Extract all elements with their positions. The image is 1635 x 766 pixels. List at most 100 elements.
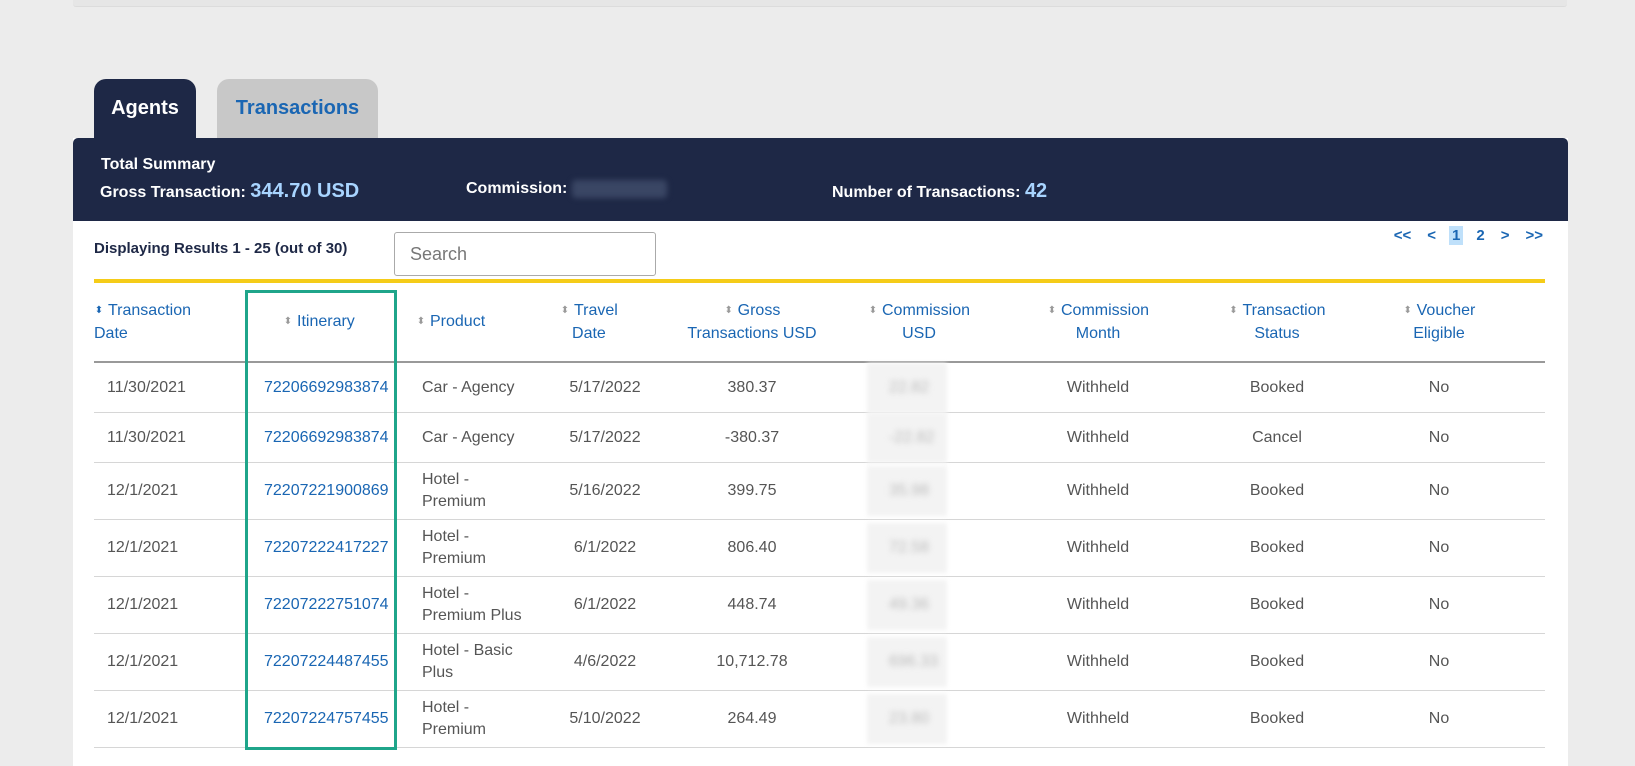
transaction-count-summary: Number of Transactions: 42 xyxy=(832,180,1047,203)
pager-page-1[interactable]: 1 xyxy=(1449,226,1464,245)
cell-itinerary-link[interactable]: 72207222417227 xyxy=(264,537,389,559)
cell-gross: 10,712.78 xyxy=(716,653,788,670)
cell-transaction-date: 12/1/2021 xyxy=(107,596,179,613)
col-itinerary[interactable]: ⬍ Itinerary xyxy=(283,310,355,333)
cell-product: Hotel - Premium xyxy=(422,699,487,738)
tab-agents[interactable]: Agents xyxy=(94,79,196,138)
pager-next[interactable]: > xyxy=(1498,226,1513,245)
cell-itinerary-link[interactable]: 72207224487455 xyxy=(264,651,389,673)
cell-travel-date: 6/1/2022 xyxy=(573,596,637,613)
cell-transaction-status: Cancel xyxy=(1252,428,1302,446)
cell-commission-redacted: 23.80 xyxy=(867,694,947,744)
cell-gross: 380.37 xyxy=(727,378,777,396)
cell-transaction-status: Booked xyxy=(1249,653,1305,670)
cell-product: Hotel - Premium Plus xyxy=(422,585,522,624)
cell-commission-redacted: 696.33 xyxy=(867,637,947,687)
cell-voucher-eligible: No xyxy=(1428,596,1450,613)
pager-last[interactable]: >> xyxy=(1522,226,1546,245)
count-label: Number of Transactions: xyxy=(832,184,1021,201)
commission-summary: Commission: xyxy=(466,180,667,198)
cell-transaction-status: Booked xyxy=(1249,482,1305,499)
pager-first[interactable]: << xyxy=(1391,226,1415,245)
col-gross-transactions[interactable]: ⬍ Gross Transactions USD xyxy=(681,299,823,345)
table-row: 12/1/2021 72207221900869 Hotel - Premium 5/1… xyxy=(94,463,1545,520)
pager-prev[interactable]: < xyxy=(1424,226,1439,245)
cell-voucher-eligible: No xyxy=(1428,482,1450,499)
cell-travel-date: 6/1/2022 xyxy=(573,539,637,556)
cell-commission-redacted: 35.98 xyxy=(867,466,947,516)
cell-transaction-status: Booked xyxy=(1249,596,1305,613)
col-commission-usd[interactable]: ⬍ Commission USD xyxy=(859,299,979,345)
cell-gross: 264.49 xyxy=(727,710,777,727)
cell-itinerary-link[interactable]: 72206692983874 xyxy=(264,377,389,399)
transactions-panel: Total Summary Gross Transaction: 344.70 … xyxy=(73,138,1568,766)
cell-commission-month: Withheld xyxy=(1066,428,1130,446)
cell-itinerary-link[interactable]: 72207221900869 xyxy=(264,480,389,502)
pagination: << < 1 2 > >> xyxy=(1391,226,1546,245)
col-travel-date[interactable]: ⬍ Travel Date xyxy=(560,299,618,345)
sort-icon: ⬍ xyxy=(868,305,878,316)
col-product[interactable]: ⬍ Product xyxy=(416,310,485,333)
table-row: 11/30/2021 72206692983874 Car - Agency 5/17… xyxy=(94,362,1545,413)
cell-travel-date: 5/10/2022 xyxy=(569,710,641,727)
gross-transaction-summary: Gross Transaction: 344.70 USD xyxy=(100,180,359,203)
gross-value: 344.70 USD xyxy=(250,180,360,202)
cell-gross: 448.74 xyxy=(727,596,777,613)
sort-icon: ⬍ xyxy=(416,316,426,327)
cell-transaction-date: 11/30/2021 xyxy=(107,378,186,396)
commission-value-redacted xyxy=(571,180,667,198)
cell-voucher-eligible: No xyxy=(1428,710,1450,727)
cell-itinerary-link[interactable]: 72207224757455 xyxy=(264,708,389,730)
table-row: 12/1/2021 72207222751074 Hotel - Premium Pl… xyxy=(94,577,1545,634)
sort-icon: ⬍ xyxy=(724,305,733,316)
table-row: Hotel xyxy=(94,748,1545,766)
cell-voucher-eligible: No xyxy=(1428,653,1450,670)
table-row: 11/30/2021 72206692983874 Car - Agency 5/17… xyxy=(94,412,1545,463)
cell-transaction-status: Booked xyxy=(1249,378,1305,396)
summary-title: Total Summary xyxy=(101,156,216,173)
search-input[interactable] xyxy=(394,232,656,276)
cell-transaction-status: Booked xyxy=(1249,710,1305,727)
sort-icon: ⬍ xyxy=(560,305,570,316)
cell-commission-redacted: 72.58 xyxy=(867,523,947,573)
col-transaction-status[interactable]: ⬍ Transaction Status xyxy=(1217,299,1337,345)
gross-label: Gross Transaction: xyxy=(100,184,246,201)
count-value: 42 xyxy=(1024,180,1048,202)
cell-itinerary-link[interactable]: 72206692983874 xyxy=(264,427,389,449)
cell-transaction-status: Booked xyxy=(1249,539,1305,556)
cell-product: Hotel - Premium xyxy=(422,528,487,567)
table-row: 12/1/2021 72207224757455 Hotel - Premium 5/1… xyxy=(94,691,1545,748)
cell-commission-month: Withheld xyxy=(1066,653,1130,670)
cell-product: Hotel - Basic Plus xyxy=(422,642,513,681)
sort-icon: ⬍ xyxy=(283,316,293,327)
col-transaction-date[interactable]: ⬍ Transaction Date xyxy=(94,299,191,345)
cell-voucher-eligible: No xyxy=(1428,539,1450,556)
cell-travel-date: 5/17/2022 xyxy=(569,378,641,396)
pager-page-2[interactable]: 2 xyxy=(1473,226,1487,245)
col-commission-month[interactable]: ⬍ Commission Month xyxy=(1038,299,1158,345)
cell-commission-redacted: -22.82 xyxy=(867,412,947,463)
cell-transaction-date: 11/30/2021 xyxy=(107,428,186,446)
cell-transaction-date: 12/1/2021 xyxy=(107,482,179,499)
cell-commission-month: Withheld xyxy=(1066,710,1130,727)
cell-commission-month: Withheld xyxy=(1066,596,1130,613)
table-header: ⬍ Transaction Date ⬍ Itinerary ⬍ Product ⬍ T… xyxy=(94,283,1545,363)
cell-travel-date: 5/17/2022 xyxy=(569,428,641,446)
cell-voucher-eligible: No xyxy=(1428,428,1450,446)
cell-gross: -380.37 xyxy=(724,428,780,446)
sort-icon: ⬍ xyxy=(1229,305,1238,316)
cell-commission-month: Withheld xyxy=(1066,378,1130,396)
cell-commission-month: Withheld xyxy=(1066,539,1130,556)
tab-transactions[interactable]: Transactions xyxy=(217,79,378,138)
sort-icon: ⬍ xyxy=(1403,305,1412,316)
cell-voucher-eligible: No xyxy=(1428,378,1450,396)
cell-commission-redacted: 49.36 xyxy=(867,580,947,630)
cell-transaction-date: 12/1/2021 xyxy=(107,653,179,670)
cell-transaction-date: 12/1/2021 xyxy=(107,710,179,727)
cell-itinerary-link[interactable]: 72207222751074 xyxy=(264,594,389,616)
cell-travel-date: 5/16/2022 xyxy=(569,482,641,499)
commission-label: Commission: xyxy=(466,180,568,198)
cell-product: Car - Agency xyxy=(422,428,515,446)
col-voucher-eligible[interactable]: ⬍ Voucher Eligible xyxy=(1384,299,1494,345)
sort-icon: ⬍ xyxy=(94,305,104,316)
